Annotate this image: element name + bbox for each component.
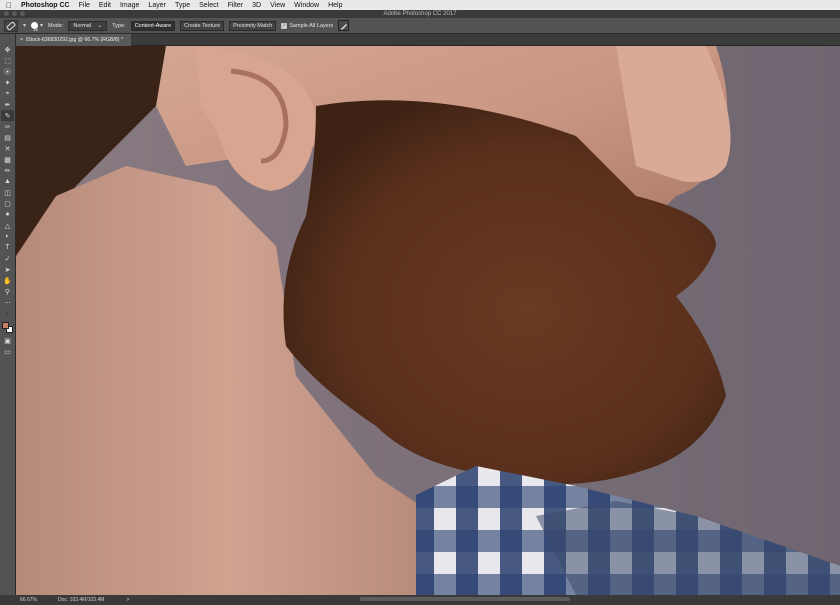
lasso-tool-icon[interactable]: ⦿ — [1, 66, 14, 77]
zoom-level[interactable]: 66.67% — [0, 597, 37, 603]
menu-filter[interactable]: Filter — [228, 2, 244, 9]
document-tab[interactable]: × iStock-636830292.jpg @ 66.7% (RGB/8) * — [16, 34, 131, 46]
gradient-tool-icon[interactable]: ▢ — [1, 198, 14, 209]
chevron-down-icon[interactable]: ▾ — [23, 22, 26, 29]
default-colors-icon[interactable]: ◾ — [1, 308, 14, 319]
type-tool-icon[interactable]: T — [1, 242, 14, 253]
create-texture-button[interactable]: Create Texture — [180, 20, 225, 31]
document-canvas[interactable] — [16, 46, 840, 595]
paint-tool-icon[interactable]: ✏ — [1, 165, 14, 176]
hand-tool-icon[interactable]: ✋ — [1, 275, 14, 286]
type-label: Type: — [112, 22, 126, 29]
app-menu[interactable]: Photoshop CC — [21, 2, 70, 9]
document-tab-label: iStock-636830292.jpg @ 66.7% (RGB/8) * — [26, 37, 123, 43]
menu-help[interactable]: Help — [328, 2, 342, 9]
menu-edit[interactable]: Edit — [99, 2, 111, 9]
color-swatches — [1, 321, 14, 335]
pen-tool-icon[interactable]: ✓ — [1, 253, 14, 264]
spot-healing-brush-tool-icon[interactable]: ✎ — [1, 110, 14, 121]
document-size: Doc: 103.4M/103.4M — [58, 597, 105, 603]
sample-all-layers-label: Sample All Layers — [289, 22, 334, 29]
options-bar: ▾ 15 ▾ Mode: Normal ⌄ Type: Content-Awar… — [0, 18, 840, 34]
blur-tool-icon[interactable]: ● — [1, 209, 14, 220]
clone-stamp-tool-icon[interactable]: ▤ — [1, 132, 14, 143]
brush-tool-icon[interactable]: ✑ — [1, 121, 14, 132]
zoom-tool-icon[interactable]: ⚲ — [1, 286, 14, 297]
proximity-match-button[interactable]: Proximity Match — [229, 20, 277, 31]
menu-file[interactable]: File — [79, 2, 90, 9]
content-aware-button[interactable]: Content-Aware — [130, 20, 176, 31]
window-title: Adobe Photoshop CC 2017 — [383, 11, 457, 17]
photo-image — [16, 46, 840, 595]
more-tools-icon[interactable]: ⋯ — [1, 297, 14, 308]
path-selection-tool-icon[interactable]: ➤ — [1, 264, 14, 275]
tool-preset-picker[interactable] — [4, 19, 18, 32]
quick-mask-icon[interactable]: ▣ — [1, 335, 14, 346]
spot-healing-brush-icon — [6, 21, 16, 30]
brush-preset-picker[interactable]: 15 ▾ — [31, 20, 43, 32]
menu-select[interactable]: Select — [199, 2, 218, 9]
menu-view[interactable]: View — [270, 2, 285, 9]
chevron-down-icon: ⌄ — [97, 23, 103, 29]
window-title-bar: Adobe Photoshop CC 2017 — [0, 10, 840, 18]
apple-menu-icon[interactable]:  — [6, 1, 12, 10]
sample-all-layers-checkbox[interactable]: ✓ Sample All Layers — [281, 22, 334, 29]
mode-label: Mode: — [48, 22, 64, 29]
menu-layer[interactable]: Layer — [148, 2, 166, 9]
menu-3d[interactable]: 3D — [252, 2, 261, 9]
crop-tool-icon[interactable]: ⌖ — [1, 88, 14, 99]
marquee-tool-icon[interactable]: ⬚ — [1, 55, 14, 66]
chevron-down-icon: ▾ — [40, 23, 44, 29]
checkbox-checked-icon: ✓ — [281, 22, 288, 29]
foreground-color-swatch[interactable] — [2, 322, 9, 329]
mode-value: Normal — [73, 22, 92, 29]
eraser-alt-tool-icon[interactable]: ◫ — [1, 187, 14, 198]
history-brush-tool-icon[interactable]: ✕ — [1, 143, 14, 154]
menu-image[interactable]: Image — [120, 2, 139, 9]
horizontal-scrollbar[interactable] — [360, 597, 570, 601]
document-tab-bar: × iStock-636830292.jpg @ 66.7% (RGB/8) * — [16, 34, 840, 46]
eyedropper-tool-icon[interactable]: ✒ — [1, 99, 14, 110]
menu-bar:  Photoshop CC File Edit Image Layer Typ… — [0, 0, 840, 10]
screen-mode-icon[interactable]: ▭ — [1, 346, 14, 357]
status-menu-arrow-icon[interactable]: > — [104, 597, 129, 603]
menu-window[interactable]: Window — [294, 2, 319, 9]
menu-type[interactable]: Type — [175, 2, 190, 9]
sharpen-tool-icon[interactable]: △ — [1, 220, 14, 231]
status-bar: 66.67% Doc: 103.4M/103.4M > — [0, 595, 840, 605]
pen-pressure-icon — [340, 23, 347, 30]
tools-panel: ✥ ⬚ ⦿ ✦ ⌖ ✒ ✎ ✑ ▤ ✕ ▩ ✏ ▲ ◫ ▢ ● △ ◐ T ✓ … — [0, 34, 16, 595]
move-tool-icon[interactable]: ✥ — [1, 44, 14, 55]
close-tab-icon[interactable]: × — [20, 37, 23, 43]
stamp-tool-icon[interactable]: ▲ — [1, 176, 14, 187]
dodge-tool-icon[interactable]: ◐ — [1, 231, 14, 242]
mode-select[interactable]: Normal ⌄ — [68, 20, 108, 31]
pressure-size-button[interactable] — [338, 20, 350, 31]
eraser-tool-icon[interactable]: ▩ — [1, 154, 14, 165]
quick-selection-tool-icon[interactable]: ✦ — [1, 77, 14, 88]
brush-size-value: 15 — [33, 26, 39, 32]
